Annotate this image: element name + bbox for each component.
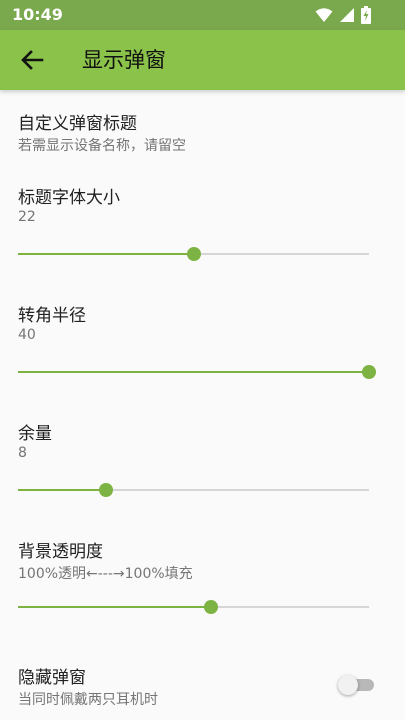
wifi-icon [315,8,333,22]
pref-title-font-size-value: 22 [18,209,36,225]
bg-opacity-slider[interactable] [18,597,369,617]
toggle-knob [338,675,358,695]
pref-bg-opacity-label: 背景透明度 [18,542,103,562]
pref-title-font-size-label: 标题字体大小 [18,188,120,208]
slider-fill [18,253,194,255]
pref-hide-popup-label: 隐藏弹窗 [18,668,86,688]
pref-custom-title-label: 自定义弹窗标题 [18,114,137,134]
pref-corner-radius-label: 转角半径 [18,306,86,326]
slider-thumb[interactable] [204,600,218,614]
battery-charging-icon [361,6,371,24]
slider-fill [18,489,106,491]
slider-fill [18,606,211,608]
margin-slider[interactable] [18,480,369,500]
app-bar: 显示弹窗 [0,30,405,90]
cell-signal-icon [340,8,354,22]
status-bar: 10:49 [0,0,405,30]
status-time: 10:49 [12,5,63,24]
slider-fill [18,371,369,373]
hide-popup-toggle[interactable] [338,674,376,696]
pref-hide-popup-summary: 当同时佩戴两只耳机时 [18,692,158,708]
slider-thumb[interactable] [362,365,376,379]
page-title: 显示弹窗 [82,48,166,72]
pref-bg-opacity-summary: 100%透明←---→100%填充 [18,566,193,582]
corner-radius-slider[interactable] [18,362,376,382]
pref-margin-label: 余量 [18,424,52,444]
slider-thumb[interactable] [187,247,201,261]
pref-margin-value: 8 [18,445,27,461]
status-icons [315,6,371,24]
slider-thumb[interactable] [99,483,113,497]
title-font-size-slider[interactable] [18,244,369,264]
pref-corner-radius-value: 40 [18,327,36,343]
arrow-back-icon[interactable] [16,44,48,76]
pref-custom-title-summary: 若需显示设备名称，请留空 [18,138,186,154]
